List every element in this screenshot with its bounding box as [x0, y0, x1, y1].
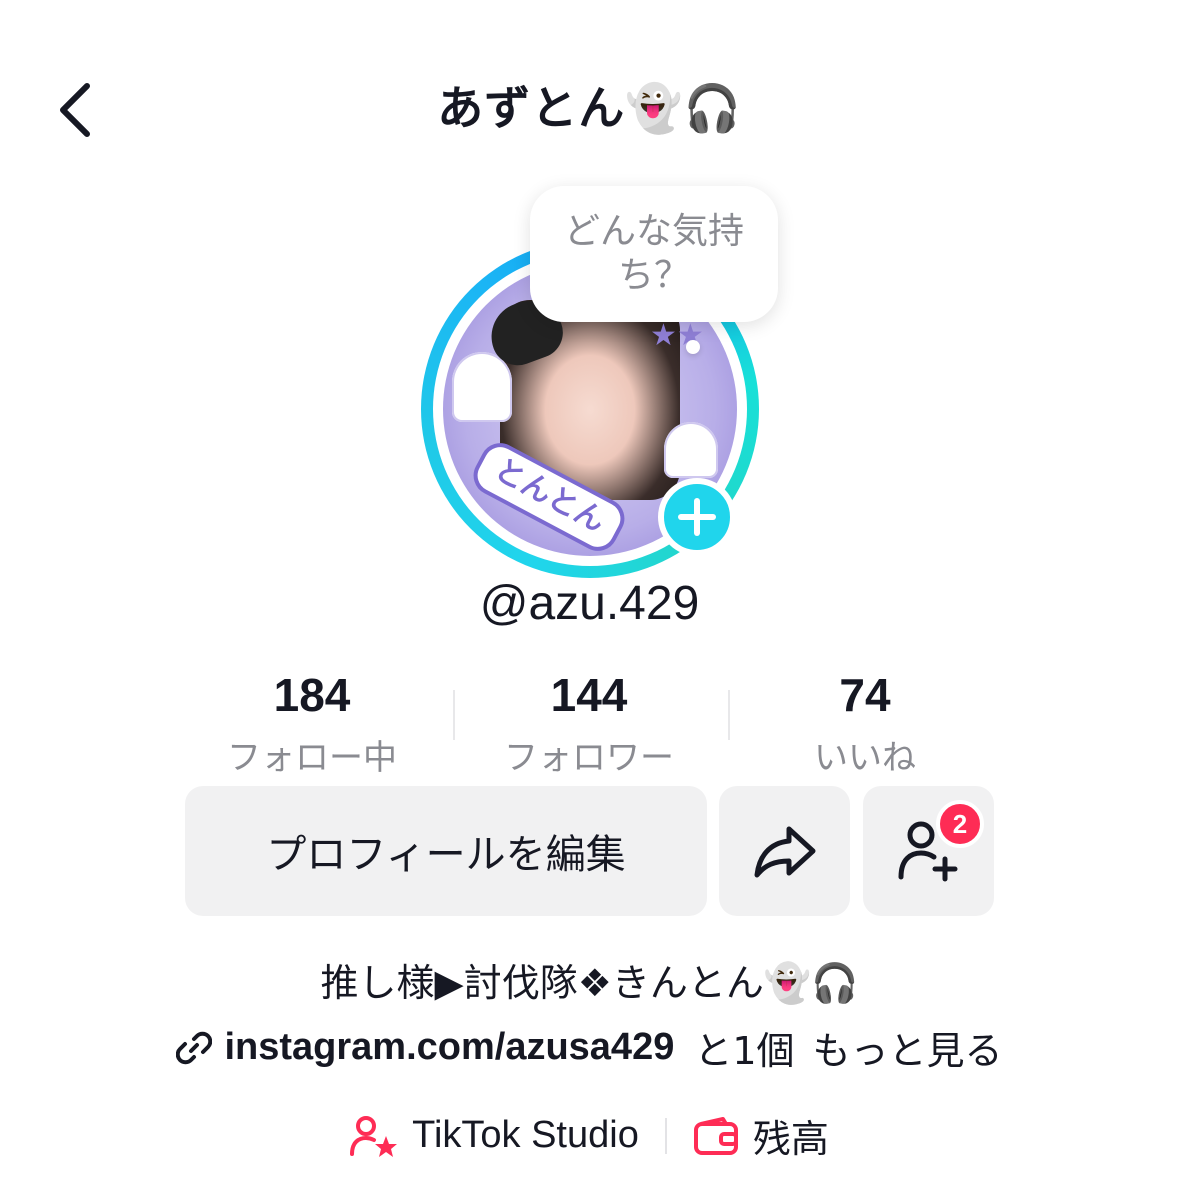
- notification-badge: 2: [936, 800, 984, 848]
- ghost-sticker-right: [664, 422, 718, 478]
- bubble-tail-dot: [686, 340, 700, 354]
- stat-following-value: 184: [273, 669, 351, 721]
- person-star-icon: [350, 1115, 398, 1157]
- creator-tools-row: TikTok Studio 残高: [0, 1108, 1179, 1163]
- see-more-link[interactable]: もっと見る: [813, 1020, 1003, 1075]
- star-sticker: ★★: [650, 318, 704, 353]
- stat-followers-value: 144: [550, 669, 628, 721]
- stat-likes-label: いいね: [814, 738, 916, 778]
- stat-following[interactable]: 184 フォロー中: [172, 668, 452, 779]
- bio-link[interactable]: instagram.com/azusa429: [224, 1026, 674, 1069]
- stat-followers-label: フォロワー: [504, 738, 674, 778]
- stat-followers[interactable]: 144 フォロワー: [449, 668, 729, 779]
- balance-button[interactable]: 残高: [693, 1108, 829, 1163]
- add-story-button[interactable]: [658, 478, 736, 556]
- bio-link-extra[interactable]: と1個: [694, 1020, 794, 1075]
- page-title: あずとん👻🎧: [437, 81, 742, 135]
- balance-label: 残高: [752, 1117, 829, 1161]
- plus-icon: [678, 498, 716, 536]
- mood-bubble-text: どんな気持ち？: [563, 211, 744, 296]
- stat-likes-value: 74: [839, 669, 891, 721]
- share-arrow-icon: [754, 826, 815, 878]
- wallet-icon: [693, 1116, 738, 1155]
- bio-text: 推し様▶討伐隊❖きんとん👻🎧: [320, 961, 859, 1005]
- bio-link-row: instagram.com/azusa429 と1個 もっと見る: [0, 1020, 1179, 1075]
- mood-bubble[interactable]: どんな気持ち？: [530, 186, 778, 322]
- username: @azu.429: [479, 577, 700, 630]
- edit-profile-label: プロフィールを編集: [266, 832, 626, 878]
- link-icon: [176, 1031, 213, 1064]
- edit-profile-button[interactable]: プロフィールを編集: [185, 786, 707, 916]
- ghost-sticker-left: [452, 352, 512, 422]
- bottom-divider: [664, 1117, 667, 1154]
- tiktok-studio-label: TikTok Studio: [412, 1114, 639, 1156]
- stat-following-label: フォロー中: [227, 738, 397, 778]
- tiktok-studio-button[interactable]: TikTok Studio: [350, 1114, 639, 1158]
- stat-likes[interactable]: 74 いいね: [725, 668, 1005, 779]
- share-profile-button[interactable]: [719, 786, 850, 916]
